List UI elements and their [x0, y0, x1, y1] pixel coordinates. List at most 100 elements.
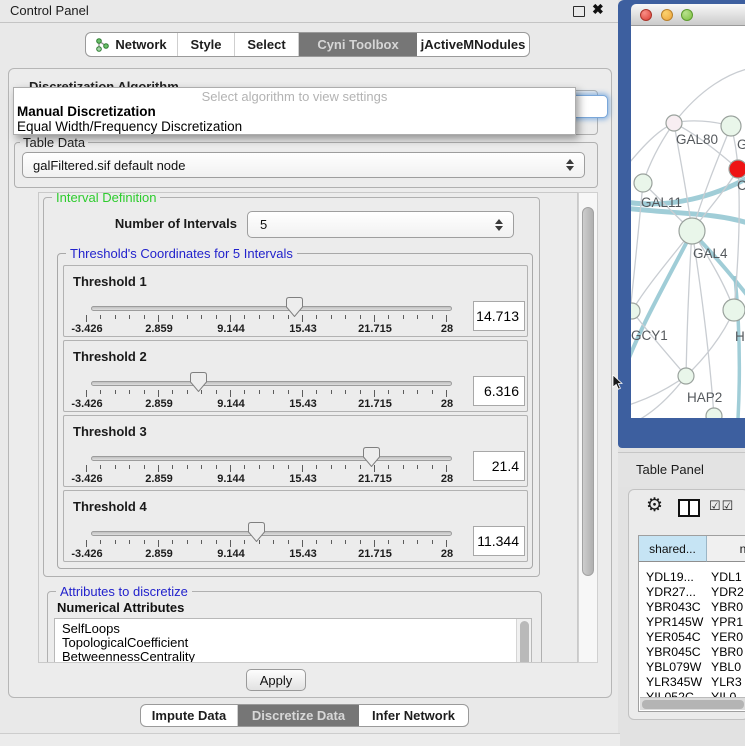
- slider-tick-label: 21.715: [350, 473, 400, 485]
- column-chooser-icon[interactable]: [678, 499, 700, 517]
- list-item[interactable]: BetweennessCentrality: [55, 650, 531, 663]
- gear-icon[interactable]: ⚙: [646, 494, 663, 517]
- list-scrollbar[interactable]: [516, 619, 531, 663]
- combo-arrows-icon: [495, 218, 504, 232]
- slider-tick-label: 2.859: [134, 548, 184, 560]
- close-icon[interactable]: ✖: [592, 1, 604, 18]
- panel-title: Control Panel: [10, 3, 89, 18]
- slider-tick: [100, 315, 101, 319]
- threshold-value-field[interactable]: 21.4: [473, 451, 525, 481]
- threshold-value-field[interactable]: 11.344: [473, 526, 525, 556]
- close-traffic-light-icon[interactable]: [640, 9, 652, 21]
- dropdown-option-equal-width-frequency[interactable]: Equal Width/Frequency Discretization: [14, 119, 575, 134]
- table-row[interactable]: YBR045C YBR0: [639, 645, 745, 660]
- slider-thumb[interactable]: [363, 447, 380, 467]
- node-table[interactable]: shared... n YDL19...YDL1YDR27...YDR2YBR0…: [638, 535, 745, 712]
- slider-tick: [403, 390, 404, 394]
- tab-select-label: Select: [247, 37, 285, 52]
- slider-tick: [374, 390, 375, 397]
- number-of-intervals-combobox[interactable]: 5: [247, 211, 514, 238]
- slider-thumb[interactable]: [248, 522, 265, 542]
- list-item[interactable]: TopologicalCoefficient: [55, 636, 531, 650]
- table-row[interactable]: YDR27...YDR2: [639, 585, 745, 600]
- slider-tick: [230, 390, 231, 397]
- list-item[interactable]: SelfLoops: [55, 622, 531, 636]
- slider-tick-label: -3.426: [62, 548, 112, 560]
- slider-tick: [302, 540, 303, 547]
- tab-style-label: Style: [190, 37, 221, 52]
- table-horizontal-scrollbar[interactable]: [640, 697, 745, 710]
- cell-shared-name: YER054C: [646, 630, 701, 645]
- float-window-icon[interactable]: [573, 6, 585, 17]
- dropdown-option-manual-discretization[interactable]: Manual Discretization: [14, 104, 575, 119]
- tab-impute-data[interactable]: Impute Data: [141, 705, 238, 726]
- table-panel-bar: Table Panel: [618, 452, 745, 487]
- slider-track[interactable]: [91, 456, 452, 461]
- slider-track[interactable]: [91, 306, 452, 311]
- tab-jactivemnodules[interactable]: jActiveMNodules: [417, 33, 529, 56]
- column-header-name[interactable]: n: [707, 536, 745, 562]
- slider-tick: [158, 315, 159, 322]
- network-window-titlebar[interactable]: [631, 4, 745, 26]
- checkbox-icons[interactable]: ☑☑: [709, 498, 734, 514]
- network-canvas[interactable]: GAL80GACGAL11GAL4GCY1HHAP2: [631, 26, 745, 418]
- slider-tick: [187, 540, 188, 544]
- slider-tick: [345, 540, 346, 544]
- zoom-traffic-light-icon[interactable]: [681, 9, 693, 21]
- svg-text:H: H: [735, 329, 745, 344]
- slider-tick: [388, 540, 389, 544]
- table-row[interactable]: YBL079WYBL0: [639, 660, 745, 675]
- apply-button[interactable]: Apply: [246, 669, 306, 691]
- tab-discretize-data[interactable]: Discretize Data: [238, 705, 359, 726]
- slider-tick: [417, 540, 418, 544]
- minimize-traffic-light-icon[interactable]: [661, 9, 673, 21]
- cell-name: YLR3: [711, 675, 742, 690]
- table-row[interactable]: YPR145WYPR1: [639, 615, 745, 630]
- slider-thumb[interactable]: [190, 372, 207, 392]
- tab-infer-network[interactable]: Infer Network: [359, 705, 468, 726]
- slider-tick-label: 21.715: [350, 323, 400, 335]
- table-row[interactable]: YER054CYER0: [639, 630, 745, 645]
- table-row[interactable]: YDL19...YDL1: [639, 570, 745, 585]
- cell-shared-name: YBR045C: [646, 645, 701, 660]
- slider-track[interactable]: [91, 381, 452, 386]
- slider-tick: [302, 465, 303, 472]
- slider-tick: [86, 390, 87, 397]
- table-horizontal-scrollbar-thumb[interactable]: [642, 700, 744, 709]
- slider-tick: [144, 540, 145, 544]
- control-panel: Control Panel ✖ Network Style Select Cyn…: [0, 0, 618, 745]
- tab-select[interactable]: Select: [235, 33, 299, 56]
- slider-tick-label: 2.859: [134, 323, 184, 335]
- column-header-shared-name[interactable]: shared...: [639, 536, 707, 562]
- numerical-attributes-list[interactable]: SelfLoopsTopologicalCoefficientBetweenne…: [54, 618, 532, 663]
- table-row[interactable]: YLR345WYLR3: [639, 675, 745, 690]
- table-row[interactable]: YBR043CYBR0: [639, 600, 745, 615]
- cell-shared-name: YDR27...: [646, 585, 696, 600]
- slider-tick: [316, 540, 317, 544]
- attributes-group: Attributes to discretize Numerical Attri…: [47, 591, 542, 663]
- slider-tick: [446, 465, 447, 472]
- cell-name: YBR0: [711, 645, 743, 660]
- slider-tick-label: 9.144: [206, 473, 256, 485]
- threshold-value-field[interactable]: 6.316: [473, 376, 525, 406]
- settings-vertical-scrollbar-thumb[interactable]: [582, 207, 594, 576]
- threshold-value-field[interactable]: 14.713: [473, 301, 525, 331]
- svg-text:GAL80: GAL80: [676, 132, 718, 147]
- interval-definition-group: Interval Definition Number of Intervals …: [43, 197, 540, 577]
- slider-track[interactable]: [91, 531, 452, 536]
- settings-vertical-scrollbar[interactable]: [578, 192, 598, 663]
- slider-tick: [273, 540, 274, 544]
- slider-tick: [86, 540, 87, 547]
- list-scrollbar-thumb[interactable]: [520, 621, 529, 663]
- slider-tick-label: 21.715: [350, 398, 400, 410]
- slider-thumb[interactable]: [286, 297, 303, 317]
- tab-cyni-toolbox[interactable]: Cyni Toolbox: [299, 33, 417, 56]
- table-data-combobox[interactable]: galFiltered.sif default node: [22, 152, 585, 178]
- slider-tick: [417, 315, 418, 319]
- bottom-strip: [0, 733, 620, 746]
- slider-tick: [216, 540, 217, 544]
- slider-tick: [187, 390, 188, 394]
- tab-network[interactable]: Network: [86, 33, 178, 56]
- slider-tick: [403, 465, 404, 469]
- tab-style[interactable]: Style: [178, 33, 235, 56]
